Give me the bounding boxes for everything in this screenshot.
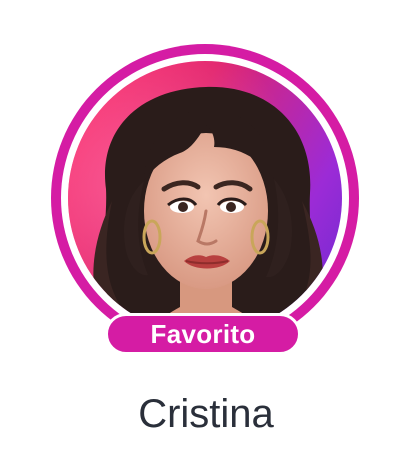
- favorite-badge: Favorito: [105, 313, 301, 355]
- profile-card[interactable]: Favorito Cristina: [0, 0, 412, 474]
- avatar[interactable]: [68, 61, 342, 335]
- avatar-photo-icon: [68, 61, 342, 335]
- profile-name: Cristina: [138, 392, 274, 436]
- favorite-badge-label: Favorito: [150, 318, 256, 349]
- avatar-ring: [51, 44, 359, 352]
- avatar-gap: [61, 54, 349, 342]
